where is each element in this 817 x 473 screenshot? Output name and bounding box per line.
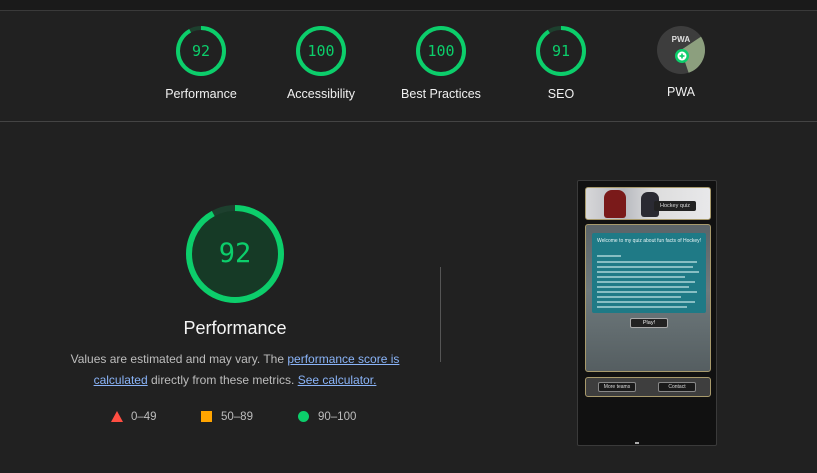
gauge-score: 100 (307, 42, 335, 60)
gauge-ring: 100 (296, 26, 346, 76)
player-image (604, 190, 626, 218)
square-icon (201, 411, 212, 422)
text-line (597, 276, 685, 278)
gauge-performance[interactable]: 92 Performance (146, 26, 256, 101)
gauge-score: 92 (191, 42, 211, 60)
desc-text-2: directly from these metrics. (147, 373, 298, 387)
gauge-ring: 91 (536, 26, 586, 76)
screenshot-more-teams-button: More teams (598, 382, 636, 392)
screenshot-play-button: Play! (630, 318, 668, 328)
gauge-accessibility[interactable]: 100 Accessibility (266, 26, 376, 101)
legend-range: 90–100 (318, 411, 357, 423)
gauge-ring: 92 (176, 26, 226, 76)
screenshot-contact-button: Contact (658, 382, 696, 392)
text-line (597, 306, 687, 308)
see-calculator-link[interactable]: See calculator. (298, 373, 377, 387)
text-line (597, 281, 695, 283)
gauge-best-practices[interactable]: 100 Best Practices (386, 26, 496, 101)
pwa-installable-icon (675, 34, 705, 74)
gauge-pwa[interactable]: PWA PWA (626, 26, 736, 99)
screenshot-body: Welcome to my quiz about fun facts of Ho… (585, 224, 711, 372)
final-screenshot[interactable]: Hockey quiz Welcome to my quiz about fun… (577, 180, 717, 446)
performance-description: Values are estimated and may vary. The p… (55, 349, 415, 391)
screenshot-card-title: Welcome to my quiz about fun facts of Ho… (596, 238, 702, 244)
scroll-indicator (635, 442, 639, 444)
text-line (597, 271, 699, 273)
text-line (597, 261, 697, 263)
gauge-label: Performance (165, 87, 237, 101)
triangle-icon (111, 411, 123, 422)
section-divider (440, 267, 441, 362)
gauge-score: 91 (551, 42, 571, 60)
gauge-label: Accessibility (286, 87, 356, 101)
top-strip (0, 0, 817, 11)
score-legend: 0–49 50–89 90–100 (108, 408, 408, 426)
performance-main-gauge: 92 (186, 205, 284, 303)
circle-icon (298, 411, 309, 422)
text-line (597, 266, 693, 268)
main-score-value: 92 (218, 238, 252, 269)
gauge-label: Best Practices (401, 87, 481, 101)
legend-range: 0–49 (131, 411, 157, 423)
gauge-ring: 100 (416, 26, 466, 76)
legend-range: 50–89 (221, 411, 253, 423)
screenshot-header: Hockey quiz (585, 187, 711, 220)
gauge-seo[interactable]: 91 SEO (506, 26, 616, 101)
screenshot-footer: More teams Contact (585, 377, 711, 397)
gauge-score: 100 (427, 42, 455, 60)
screenshot-header-button: Hockey quiz (654, 201, 696, 211)
gauge-label: PWA (666, 85, 695, 99)
pwa-badge-icon: PWA (657, 26, 705, 74)
gauge-label: SEO (547, 87, 575, 101)
text-line (597, 296, 681, 298)
text-line (597, 301, 695, 303)
performance-title: Performance (183, 318, 287, 338)
text-line (597, 291, 697, 293)
text-line (597, 255, 621, 257)
desc-text-1: Values are estimated and may vary. The (70, 352, 288, 366)
text-line (597, 286, 689, 288)
screenshot-quiz-card: Welcome to my quiz about fun facts of Ho… (592, 233, 706, 313)
category-gauges: 92 Performance 100 Accessibility 100 Bes… (0, 12, 817, 122)
